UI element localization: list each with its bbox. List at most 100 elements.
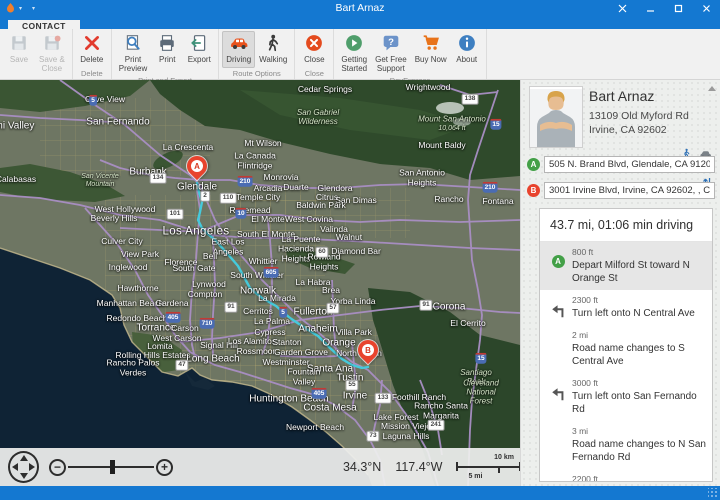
pan-left-icon[interactable] [12, 463, 18, 471]
start-a-icon: A [544, 247, 572, 285]
save-button[interactable]: Save [3, 31, 35, 75]
end-badge: B [527, 184, 540, 197]
print-button[interactable]: Print [151, 31, 183, 75]
directions-list: A800 ft Depart Milford St toward N Orange… [540, 242, 712, 482]
ribbon-group-route-options: Driving Walking Route Options [219, 29, 295, 79]
about-button[interactable]: About [451, 31, 483, 75]
resize-grip[interactable] [708, 488, 718, 498]
step-distance: 3000 ft [572, 378, 706, 388]
step-instruction: Road name changes to N San Fernando Rd [572, 438, 706, 464]
getting-started-button[interactable]: Getting Started [337, 31, 371, 75]
direction-step[interactable]: 2 miRoad name changes to S Central Ave [540, 325, 712, 373]
maximize-icon[interactable] [664, 0, 692, 16]
contact-photo [529, 86, 583, 148]
contact-address: 13109 Old Myford Rd Irvine, CA 92602 [589, 109, 689, 137]
pan-down-icon[interactable] [20, 473, 28, 479]
ribbon: Save Save & Close Delete Delete [0, 29, 720, 80]
end-address-input[interactable] [544, 182, 715, 199]
contact-address-line2: Irvine, CA 92602 [589, 123, 689, 137]
qat-dropdown-icon[interactable]: ▾ [19, 5, 22, 12]
close-window-icon[interactable] [692, 0, 720, 16]
quick-access-toolbar[interactable]: ▾ ▾ [0, 3, 120, 13]
expand-icon[interactable] [608, 0, 636, 16]
driving-button[interactable]: Driving [222, 31, 255, 68]
zoom-slider-track[interactable] [68, 466, 154, 468]
step-body: 3 mi Road name changes to N San Fernando … [572, 426, 706, 464]
step-distance: 2300 ft [572, 295, 706, 305]
step-spacer [544, 426, 572, 464]
map-canvas[interactable]: Simi ValleyOlive ViewSan FernandoCedar S… [0, 80, 520, 486]
play-circle-icon [345, 34, 363, 55]
cart-icon [422, 34, 440, 55]
app-window: ▾ ▾ Bart Arnaz CONTACT [0, 0, 720, 500]
ribbon-group-print-export: Print Preview Print Export Print and Exp… [112, 29, 219, 79]
step-body: 800 ft Depart Milford St toward N Orange … [572, 247, 706, 285]
bear-left-icon [544, 474, 572, 482]
contact-address-line1: 13109 Old Myford Rd [589, 109, 689, 123]
step-body: 2300 ftTurn left onto N Central Ave [572, 295, 706, 320]
start-badge: A [527, 158, 540, 171]
save-and-close-button[interactable]: Save & Close [35, 31, 69, 75]
direction-step[interactable]: A800 ft Depart Milford St toward N Orange… [540, 242, 712, 290]
latitude-value: 34.3°N [343, 460, 381, 474]
contact-name: Bart Arnaz [589, 88, 654, 104]
save-icon [10, 34, 28, 55]
ribbon-tab-row: CONTACT [0, 16, 720, 29]
map-scale: 10 km 5 mi [456, 455, 520, 479]
buy-now-button[interactable]: Buy Now [411, 31, 451, 75]
zoom-out-button[interactable]: − [49, 459, 66, 476]
directions-card: 43.7 mi, 01:06 min driving A800 ft Depart… [539, 208, 713, 482]
minimize-icon[interactable] [636, 0, 664, 16]
delete-button[interactable]: Delete [76, 31, 108, 68]
scale-km-label: 10 km [494, 454, 514, 461]
info-circle-icon [458, 34, 476, 55]
step-distance: 2200 ft [572, 474, 706, 482]
step-instruction: Turn left onto San Fernando Rd [572, 390, 706, 416]
map-imagery [0, 80, 520, 486]
zoom-slider-handle[interactable] [110, 460, 115, 474]
turn-left-icon [544, 378, 572, 416]
pan-right-icon[interactable] [29, 463, 35, 471]
pan-up-icon[interactable] [20, 455, 28, 461]
export-icon [190, 34, 208, 55]
scale-mi-label: 5 mi [468, 473, 482, 480]
export-button[interactable]: Export [183, 31, 215, 75]
walking-button[interactable]: Walking [255, 31, 291, 68]
direction-step[interactable]: 3 mi Road name changes to N San Fernando … [540, 421, 712, 469]
map-pin-label: A [191, 160, 203, 172]
direction-step[interactable]: 2200 ftBear left onto W Avenue 26 [540, 469, 712, 482]
car-icon [229, 34, 249, 55]
direction-step[interactable]: 2300 ftTurn left onto N Central Ave [540, 290, 712, 325]
print-preview-button[interactable]: Print Preview [115, 31, 151, 75]
title-bar: ▾ ▾ Bart Arnaz [0, 0, 720, 16]
pan-control[interactable] [8, 451, 39, 483]
map-control-bar: − + 34.3°N 117.4°W 10 km 5 mi [0, 448, 520, 486]
route-start-row: A [527, 156, 715, 173]
content-area: Simi ValleyOlive ViewSan FernandoCedar S… [0, 80, 720, 486]
app-icon [6, 3, 15, 13]
delete-icon [83, 34, 101, 55]
route-summary: 43.7 mi, 01:06 min driving [540, 209, 712, 242]
longitude-value: 117.4°W [395, 460, 442, 474]
print-preview-icon [124, 34, 142, 55]
close-circle-icon [305, 34, 323, 55]
ribbon-group-devexpress: Getting Started ? Get Free Support Buy N… [334, 29, 486, 79]
step-distance: 800 ft [572, 247, 706, 257]
step-distance: 2 mi [572, 330, 706, 340]
direction-step[interactable]: 3000 ft Turn left onto San Fernando Rd [540, 373, 712, 421]
panel-scroll-up-icon[interactable] [708, 82, 716, 91]
get-free-support-button[interactable]: ? Get Free Support [371, 31, 411, 75]
qat-customize-icon[interactable]: ▾ [32, 5, 35, 12]
ribbon-group-close: Close Close [295, 29, 334, 79]
print-icon [158, 34, 176, 55]
route-end-row: B [527, 182, 715, 199]
start-address-input[interactable] [544, 156, 715, 173]
svg-text:?: ? [388, 37, 394, 48]
contact-panel: Bart Arnaz 13109 Old Myford Rd Irvine, C… [520, 80, 720, 486]
step-distance: 3 mi [572, 426, 706, 436]
turn-left-icon [544, 295, 572, 320]
close-button[interactable]: Close [298, 31, 330, 68]
step-body: 2200 ftBear left onto W Avenue 26 [572, 474, 706, 482]
step-instruction: Depart Milford St toward N Orange St [572, 259, 706, 285]
zoom-in-button[interactable]: + [156, 459, 173, 476]
